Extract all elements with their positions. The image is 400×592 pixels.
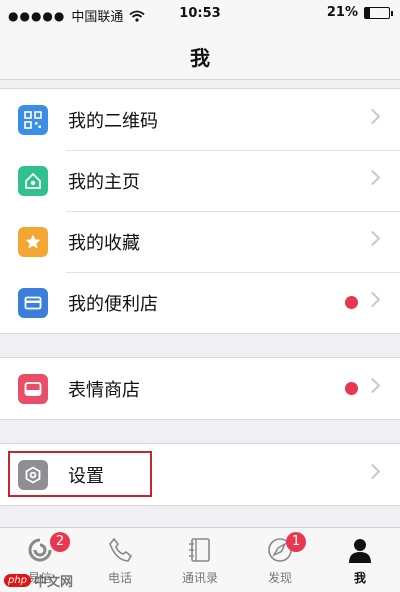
menu-item-sticker-store[interactable]: 表情商店: [0, 358, 400, 419]
menu-item-store[interactable]: 我的便利店: [0, 272, 400, 333]
menu-item-label: 我的收藏: [68, 233, 140, 254]
menu-item-label: 我的主页: [68, 172, 140, 193]
profile-icon: [349, 539, 371, 563]
chevron-right-icon: [364, 169, 381, 186]
chevron-right-icon: [364, 377, 381, 394]
menu-item-qr-code[interactable]: 我的二维码: [0, 89, 400, 150]
tab-contacts[interactable]: 通讯录: [160, 528, 240, 592]
notification-badge: 1: [286, 532, 306, 552]
menu-item-label: 表情商店: [68, 380, 140, 401]
battery-area: 21%: [326, 5, 393, 20]
wallet-card-icon: [18, 288, 48, 318]
battery-percent: 21%: [326, 5, 358, 20]
star-icon: [18, 227, 48, 257]
watermark: php 中文网: [4, 571, 73, 590]
menu-group-profile: 我的二维码 我的主页 我的收藏 我的便利店: [0, 88, 400, 334]
watermark-text: 中文网: [34, 575, 74, 590]
phone-icon: [109, 537, 133, 562]
notification-badge: 2: [50, 532, 70, 552]
settings-highlight-frame: [8, 451, 152, 497]
menu-item-home-page[interactable]: 我的主页: [0, 150, 400, 211]
chevron-right-icon: [364, 291, 381, 308]
red-dot-badge: [345, 382, 358, 395]
menu-item-label: 我的二维码: [68, 111, 158, 132]
navigation-bar: 我: [0, 28, 400, 80]
watermark-logo: php: [4, 574, 32, 587]
chevron-right-icon: [364, 108, 381, 125]
menu-item-favorites[interactable]: 我的收藏: [0, 211, 400, 272]
home-page-icon: [18, 166, 48, 196]
tab-discover[interactable]: 1 发现: [240, 528, 320, 592]
battery-fill: [365, 7, 371, 18]
tab-label: 电话: [107, 571, 132, 585]
page-title: 我: [190, 46, 210, 70]
tab-phone[interactable]: 电话: [80, 528, 160, 592]
chevron-right-icon: [364, 463, 381, 480]
tab-label: 发现: [267, 571, 292, 585]
menu-item-label: 我的便利店: [68, 294, 158, 315]
tab-label: 通讯录: [181, 571, 218, 585]
tab-label: 我: [353, 571, 366, 585]
tab-me[interactable]: 我: [320, 528, 400, 592]
qr-code-icon: [18, 105, 48, 135]
menu-group-stickers: 表情商店: [0, 357, 400, 420]
battery-icon: [364, 6, 393, 19]
status-bar: ●●●●● 中国联通 10:53 21%: [0, 0, 400, 28]
chevron-right-icon: [364, 230, 381, 247]
contacts-icon: [189, 538, 210, 562]
red-dot-badge: [345, 296, 358, 309]
sticker-store-icon: [18, 374, 48, 404]
